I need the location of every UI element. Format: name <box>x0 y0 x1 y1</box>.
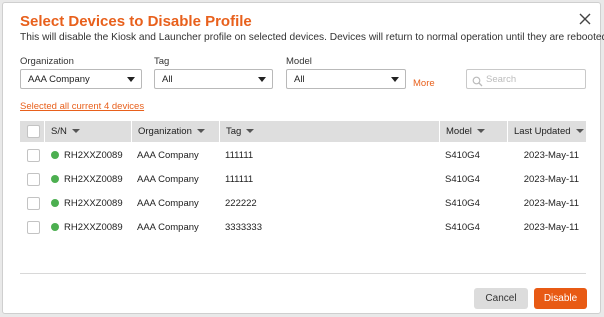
organization-filter-label: Organization <box>20 56 74 67</box>
chevron-down-icon <box>127 77 135 82</box>
model-filter-label: Model <box>286 56 312 67</box>
table-header: S/N Organization Tag Model Last Updated <box>20 121 586 142</box>
footer-divider <box>20 273 586 274</box>
cell-last-updated: 2023-May-11 <box>523 150 579 161</box>
cell-tag: 3333333 <box>225 222 262 233</box>
tag-filter-label: Tag <box>154 56 170 67</box>
cell-organization: AAA Company <box>137 150 199 161</box>
sort-down-icon <box>71 129 80 133</box>
row-checkbox[interactable] <box>27 197 40 210</box>
select-all-checkbox[interactable] <box>27 125 40 138</box>
column-header-sn[interactable]: S/N <box>44 121 131 142</box>
row-checkbox[interactable] <box>27 221 40 234</box>
column-header-model[interactable]: Model <box>439 121 507 142</box>
organization-select-value: AAA Company <box>28 74 90 85</box>
cell-model: S410G4 <box>445 174 480 185</box>
cell-tag: 111111 <box>225 174 254 185</box>
column-header-last-updated[interactable]: Last Updated <box>507 121 586 142</box>
search-icon <box>472 74 483 92</box>
model-select-value: All <box>294 74 305 85</box>
close-icon[interactable] <box>578 12 592 26</box>
cell-last-updated: 2023-May-11 <box>523 174 579 185</box>
model-select[interactable]: All <box>286 69 406 89</box>
cancel-button[interactable]: Cancel <box>474 288 528 309</box>
table-row[interactable]: RH2XXZ0089 AAA Company 111111 S410G4 202… <box>20 167 586 191</box>
cell-sn: RH2XXZ0089 <box>64 150 123 161</box>
cell-organization: AAA Company <box>137 198 199 209</box>
cell-organization: AAA Company <box>137 174 199 185</box>
cell-organization: AAA Company <box>137 222 199 233</box>
status-online-icon <box>51 199 59 207</box>
disable-button[interactable]: Disable <box>534 288 587 309</box>
row-checkbox[interactable] <box>27 149 40 162</box>
sort-down-icon <box>476 129 485 133</box>
dialog-subtitle: This will disable the Kiosk and Launcher… <box>20 32 604 43</box>
cell-sn: RH2XXZ0089 <box>64 198 123 209</box>
disable-profile-dialog: Select Devices to Disable Profile This w… <box>2 2 604 314</box>
select-all-devices-link[interactable]: Selected all current 4 devices <box>20 101 144 112</box>
row-checkbox[interactable] <box>27 173 40 186</box>
cell-model: S410G4 <box>445 222 480 233</box>
sort-down-icon <box>196 129 205 133</box>
organization-select[interactable]: AAA Company <box>20 69 142 89</box>
cell-tag: 222222 <box>225 198 257 209</box>
cell-tag: 111111 <box>225 150 254 161</box>
tag-select-value: All <box>162 74 173 85</box>
column-header-organization[interactable]: Organization <box>131 121 219 142</box>
status-online-icon <box>51 151 59 159</box>
table-row[interactable]: RH2XXZ0089 AAA Company 3333333 S410G4 20… <box>20 215 586 239</box>
dialog-title: Select Devices to Disable Profile <box>20 13 252 30</box>
sort-down-icon <box>246 129 255 133</box>
column-header-tag[interactable]: Tag <box>219 121 439 142</box>
search-box[interactable] <box>466 69 586 89</box>
sort-down-icon <box>575 129 584 133</box>
chevron-down-icon <box>258 77 266 82</box>
more-filters-link[interactable]: More <box>413 78 435 89</box>
cell-model: S410G4 <box>445 198 480 209</box>
search-input[interactable] <box>486 72 581 87</box>
cell-model: S410G4 <box>445 150 480 161</box>
cell-last-updated: 2023-May-11 <box>523 198 579 209</box>
table-row[interactable]: RH2XXZ0089 AAA Company 222222 S410G4 202… <box>20 191 586 215</box>
chevron-down-icon <box>391 77 399 82</box>
status-online-icon <box>51 175 59 183</box>
cell-sn: RH2XXZ0089 <box>64 174 123 185</box>
status-online-icon <box>51 223 59 231</box>
cell-sn: RH2XXZ0089 <box>64 222 123 233</box>
tag-select[interactable]: All <box>154 69 273 89</box>
table-row[interactable]: RH2XXZ0089 AAA Company 111111 S410G4 202… <box>20 143 586 167</box>
cell-last-updated: 2023-May-11 <box>523 222 579 233</box>
